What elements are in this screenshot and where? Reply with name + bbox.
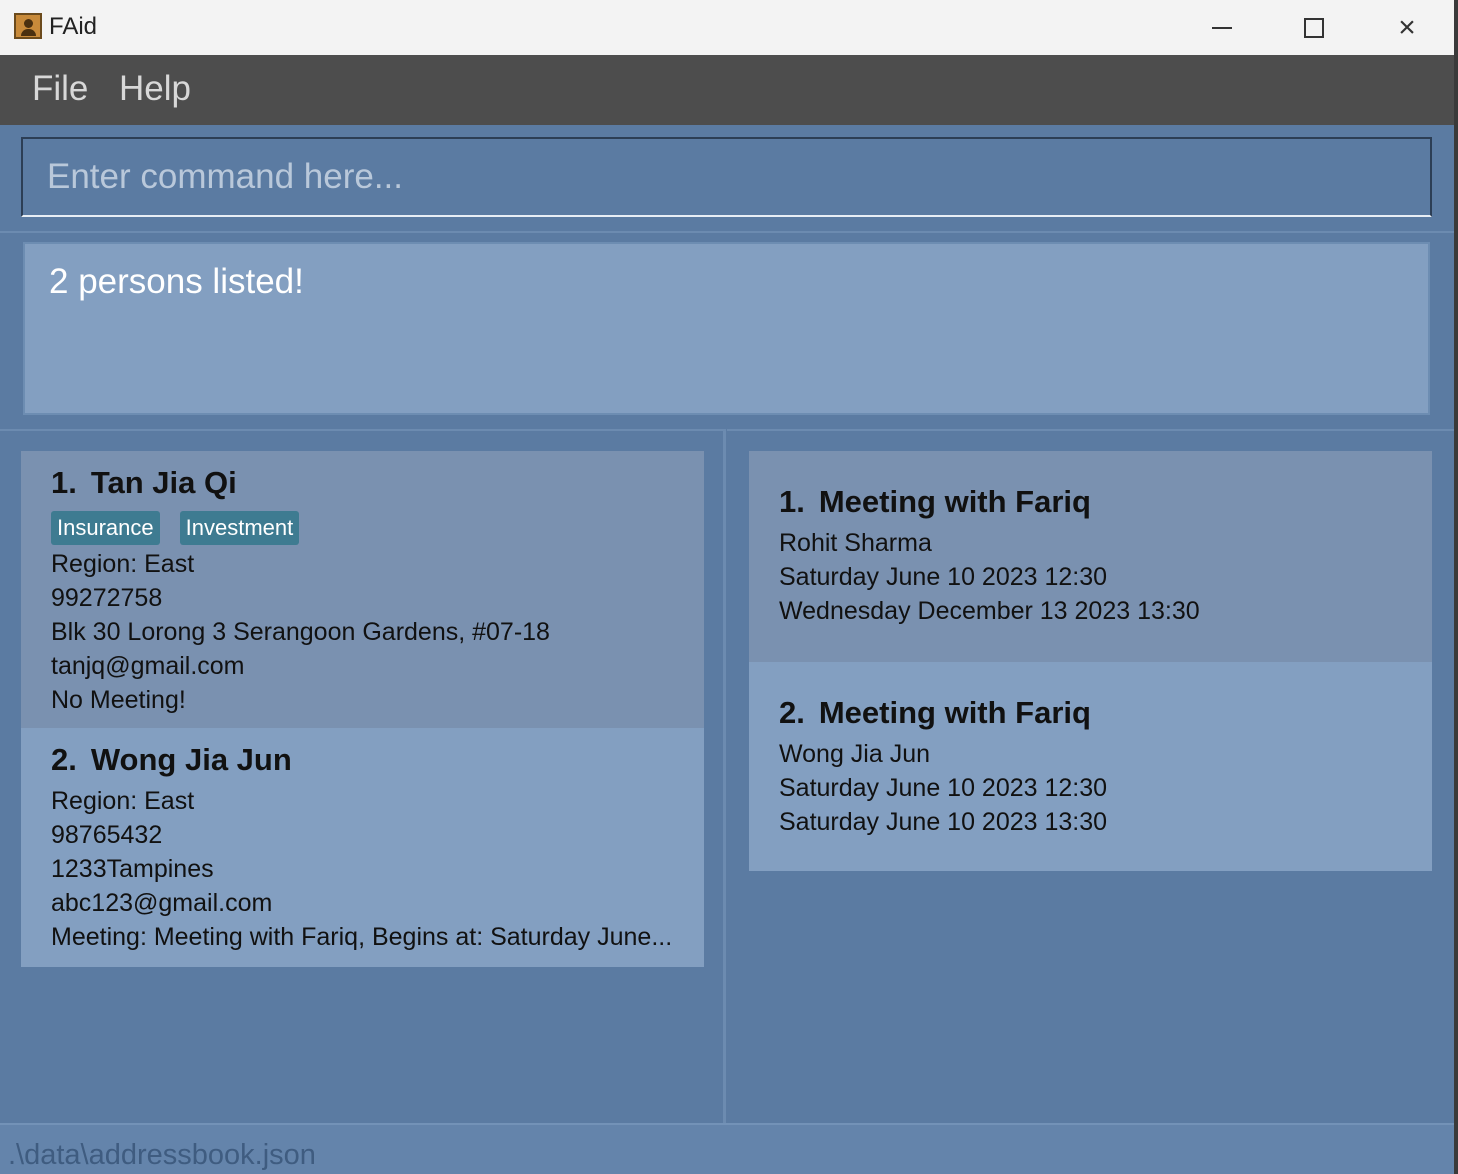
tag: Investment — [179, 511, 300, 545]
person-email: tanjq@gmail.com — [51, 652, 245, 680]
meeting-end: Wednesday December 13 2023 13:30 — [779, 597, 1200, 625]
person-address: 1233Tampines — [51, 855, 214, 883]
meeting-index: 1. — [779, 484, 805, 519]
person-phone: 99272758 — [51, 584, 163, 612]
window-title: FAid — [49, 13, 98, 40]
meeting-start: Saturday June 10 2023 12:30 — [779, 563, 1108, 591]
meeting-name: Meeting with Fariq — [818, 695, 1091, 730]
meeting-end: Saturday June 10 2023 13:30 — [779, 808, 1108, 836]
person-card[interactable]: 2. Wong Jia Jun Region: East 98765432 123… — [21, 728, 704, 967]
meeting-card[interactable]: 2. Meeting with Fariq Wong Jia Jun Saturd… — [749, 662, 1432, 871]
person-phone: 98765432 — [51, 821, 163, 849]
meeting-card[interactable]: 1. Meeting with Fariq Rohit Sharma Saturd… — [749, 451, 1432, 662]
window-border — [1454, 0, 1458, 1174]
person-meeting: Meeting: Meeting with Fariq, Begins at: … — [51, 923, 673, 951]
tag: Insurance — [51, 511, 160, 545]
close-button[interactable]: × — [1361, 0, 1453, 55]
maximize-button[interactable] — [1268, 0, 1360, 55]
command-box — [21, 137, 1432, 217]
meeting-attendee: Wong Jia Jun — [779, 740, 931, 768]
result-display: 2 persons listed! — [23, 242, 1430, 415]
result-message: 2 persons listed! — [49, 262, 304, 301]
meeting-title: 2. Meeting with Fariq — [779, 695, 1432, 731]
status-file-path: .\data\addressbook.json — [8, 1139, 316, 1171]
command-input[interactable] — [47, 155, 1347, 199]
person-card[interactable]: 1. Tan Jia Qi Insurance Investment Region… — [21, 451, 704, 728]
tag-list: Insurance Investment — [51, 511, 704, 545]
person-name: Tan Jia Qi — [90, 465, 237, 500]
app-icon — [14, 13, 42, 39]
minimize-icon — [1212, 26, 1232, 29]
meeting-attendee: Rohit Sharma — [779, 529, 932, 557]
person-name: Wong Jia Jun — [90, 742, 292, 777]
close-icon: × — [1398, 10, 1416, 44]
meeting-start: Saturday June 10 2023 12:30 — [779, 774, 1108, 802]
person-region: Region: East — [51, 787, 195, 815]
meeting-name: Meeting with Fariq — [818, 484, 1091, 519]
menu-file[interactable]: File — [32, 69, 88, 109]
person-index: 1. — [51, 465, 77, 500]
person-title: 1. Tan Jia Qi — [51, 465, 704, 501]
minimize-button[interactable] — [1176, 0, 1268, 55]
person-meeting: No Meeting! — [51, 686, 186, 714]
title-bar: FAid × — [0, 0, 1454, 55]
person-title: 2. Wong Jia Jun — [51, 742, 704, 778]
meeting-index: 2. — [779, 695, 805, 730]
maximize-icon — [1304, 17, 1324, 38]
person-index: 2. — [51, 742, 77, 777]
status-bar: .\data\addressbook.json — [0, 1123, 1454, 1174]
menu-bar: File Help — [0, 55, 1454, 125]
menu-help[interactable]: Help — [119, 69, 191, 109]
person-region: Region: East — [51, 550, 195, 578]
person-address: Blk 30 Lorong 3 Serangoon Gardens, #07-1… — [51, 618, 550, 646]
person-email: abc123@gmail.com — [51, 889, 273, 917]
meeting-title: 1. Meeting with Fariq — [779, 484, 1432, 520]
